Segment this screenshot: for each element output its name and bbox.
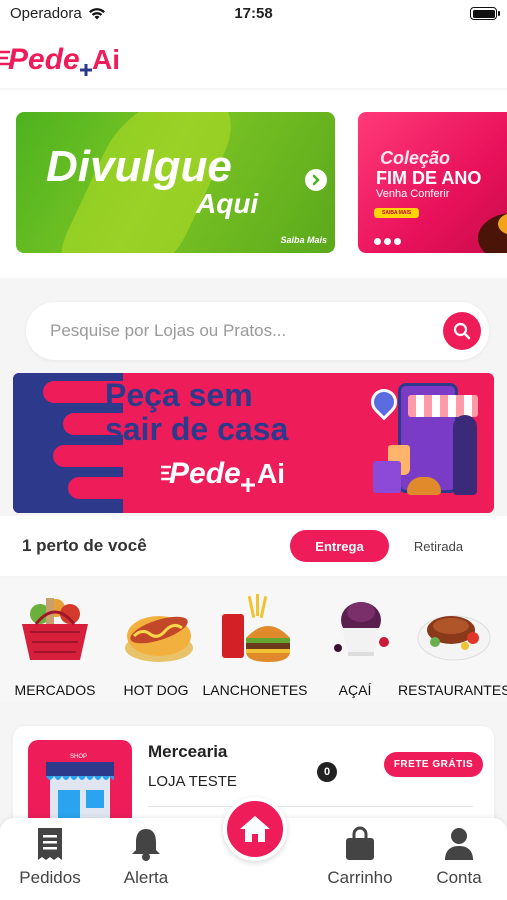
promo-subtitle: Aqui <box>196 188 259 219</box>
tab-entrega[interactable]: Entrega <box>290 530 389 562</box>
svg-text:SHOP: SHOP <box>70 754 87 760</box>
store-count-badge: 0 <box>317 762 337 782</box>
user-icon <box>414 826 504 862</box>
shopping-bag-illustration <box>373 461 401 493</box>
category-label: AÇAÍ <box>338 682 372 698</box>
hero-line2: sair de casa <box>105 410 289 447</box>
app-header: Pede Ai <box>0 28 507 88</box>
category-label: MERCADOS <box>14 682 96 698</box>
promo-card-divulgue[interactable]: Divulgue Aqui Saiba Mais <box>16 112 335 253</box>
svg-text:Pede: Pede <box>169 457 241 490</box>
home-button[interactable] <box>223 797 287 861</box>
search-icon <box>453 322 471 340</box>
category-label: HOT DOG <box>123 682 189 698</box>
near-you-section: 1 perto de você Entrega Retirada <box>0 516 507 576</box>
burger-icon <box>216 592 294 668</box>
tab-carrinho[interactable]: Carrinho <box>315 826 405 888</box>
promo-line3: Venha Conferir <box>376 188 450 200</box>
store-awning-illustration <box>408 395 478 417</box>
category-label: LANCHONETES <box>202 682 308 698</box>
tab-label: Alerta <box>123 868 169 887</box>
search-input[interactable] <box>50 302 430 360</box>
tab-label: Conta <box>436 868 482 887</box>
acai-icon <box>322 592 400 668</box>
tab-retirada[interactable]: Retirada <box>396 530 481 562</box>
promo-card-fim-de-ano[interactable]: Coleção FIM DE ANO Venha Conferir SAIBA … <box>358 112 507 253</box>
store-name: Mercearia <box>148 742 228 761</box>
hero-line1: Peça sem <box>105 377 253 413</box>
category-label: RESTAURANTES <box>398 682 507 698</box>
battery-icon <box>470 7 500 20</box>
svg-text:Pede: Pede <box>8 43 80 76</box>
category-restaurantes[interactable]: RESTAURANTES <box>398 592 507 698</box>
category-list: MERCADOS HOT DOG LANCHONETES AÇAÍ RESTAU… <box>0 578 507 703</box>
promo-line1: Coleção <box>380 148 451 168</box>
tab-label: Carrinho <box>327 868 393 887</box>
promo-cta: Saiba Mais <box>280 235 327 245</box>
pede-ai-logo-icon: Pede Ai <box>161 457 285 492</box>
svg-text:Ai: Ai <box>257 458 285 489</box>
restaurant-plate-icon <box>415 592 493 668</box>
tab-label: Pedidos <box>19 868 81 887</box>
chevron-right-icon[interactable] <box>305 169 327 191</box>
burger-illustration <box>407 477 441 495</box>
hero-logo: Pede Ai <box>161 453 321 493</box>
pede-ai-logo-icon: Pede Ai <box>0 43 120 76</box>
social-icons <box>374 238 401 245</box>
hero-headline: Peça sem sair de casa <box>105 377 289 447</box>
category-acai[interactable]: AÇAÍ <box>322 592 389 698</box>
promo-title: Divulgue <box>46 142 232 191</box>
category-mercados[interactable]: MERCADOS <box>14 592 96 698</box>
search-bar <box>26 302 489 360</box>
location-pin-icon <box>365 383 403 421</box>
bell-icon <box>101 826 191 862</box>
status-bar: Operadora 17:58 <box>0 0 507 28</box>
promo-carousel[interactable]: Divulgue Aqui Saiba Mais Coleção FIM DE … <box>0 90 507 278</box>
category-hot-dog[interactable]: HOT DOG <box>120 592 193 698</box>
person-illustration <box>453 415 477 495</box>
promo-button[interactable]: SAIBA MAIS <box>374 208 420 218</box>
search-button[interactable] <box>443 312 481 350</box>
tab-pedidos[interactable]: Pedidos <box>5 826 95 888</box>
near-you-title: 1 perto de você <box>22 536 147 555</box>
shopping-bag-icon <box>315 826 405 862</box>
clock: 17:58 <box>234 5 273 22</box>
tab-alerta[interactable]: Alerta <box>101 826 191 888</box>
free-shipping-badge: FRETE GRÁTIS <box>384 752 483 777</box>
home-icon <box>240 816 270 842</box>
hero-banner[interactable]: Peça sem sair de casa Pede Ai <box>13 373 494 513</box>
store-subtitle: LOJA TESTE <box>148 773 237 790</box>
hot-dog-icon <box>120 592 198 668</box>
app-logo: Pede Ai <box>0 36 120 82</box>
receipt-icon <box>5 826 95 862</box>
tab-conta[interactable]: Conta <box>414 826 504 888</box>
svg-text:Ai: Ai <box>92 44 120 75</box>
divider <box>148 806 473 807</box>
grocery-basket-icon <box>16 592 94 668</box>
category-lanchonetes[interactable]: LANCHONETES <box>200 592 310 698</box>
promo-line2: FIM DE ANO <box>376 168 482 188</box>
